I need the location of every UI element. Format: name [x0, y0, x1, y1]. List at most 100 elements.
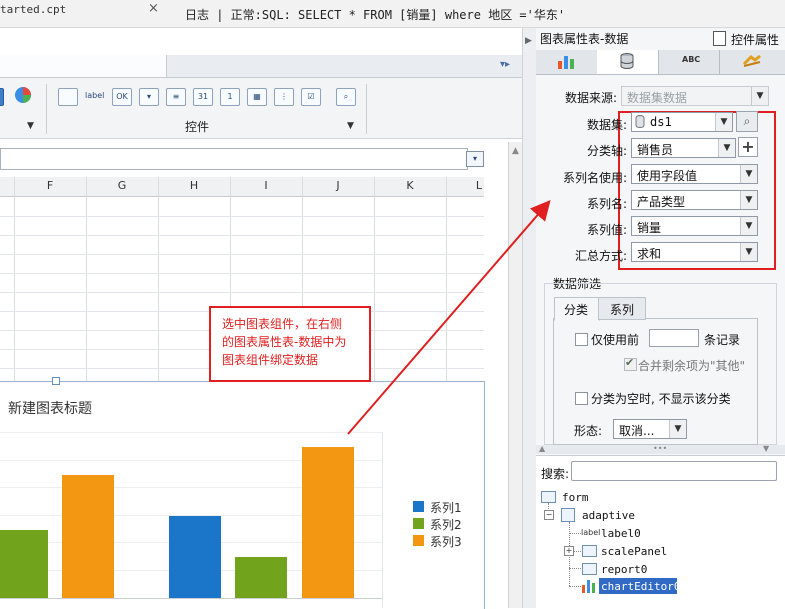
chart-title: 新建图表标题 [8, 401, 92, 417]
hide-empty-checkbox[interactable] [575, 392, 588, 405]
search-icon[interactable]: ⌕ [736, 111, 758, 132]
column-header[interactable]: I [230, 179, 302, 192]
tree-node-adaptive[interactable]: adaptive [582, 509, 635, 522]
resize-handle[interactable] [52, 377, 60, 385]
legend-label: 系列3 [430, 535, 462, 549]
grid-line [158, 177, 159, 381]
status-text: 日志 | 正常:SQL: SELECT * FROM [销量] where 地区… [185, 8, 566, 22]
summary-select[interactable]: 求和 ▼ [631, 242, 758, 262]
chevron-down-icon: ▼ [669, 420, 686, 438]
tree-node-scalepanel[interactable]: scalePanel [601, 545, 667, 558]
preview-icon[interactable]: ⌕ [336, 88, 356, 106]
only-use-first-checkbox[interactable] [575, 333, 588, 346]
tab-list-icon[interactable]: ▾▸ [500, 59, 514, 71]
column-header[interactable]: F [14, 179, 86, 192]
data-icon [620, 53, 634, 72]
grid-line [374, 177, 375, 381]
grid-line [0, 216, 484, 217]
chart-widget-icon[interactable] [0, 88, 4, 106]
summary-value: 求和 [637, 247, 662, 261]
tree-node-charteditor0[interactable]: chartEditor0 [601, 580, 680, 593]
merge-rest-checkbox[interactable] [624, 356, 637, 371]
dataset-select[interactable]: ds1 ▼ [631, 112, 733, 132]
formula-input[interactable] [0, 148, 468, 170]
legend-label: 系列1 [430, 501, 462, 515]
records-label: 条记录 [704, 333, 741, 347]
column-header[interactable]: J [302, 179, 374, 192]
series-name-value: 产品类型 [637, 195, 686, 209]
data-source-value: 数据集数据 [627, 91, 688, 105]
column-header[interactable]: K [374, 179, 446, 192]
number-icon[interactable]: 1 [220, 88, 240, 106]
column-header[interactable]: H [158, 179, 230, 192]
collapse-node-icon[interactable]: − [544, 510, 554, 520]
scroll-up-icon[interactable]: ▲ [512, 146, 519, 156]
checkbox-icon[interactable]: ☑ [301, 88, 321, 106]
form-icon [541, 491, 556, 503]
grid-icon[interactable]: ▦ [247, 88, 267, 106]
calendar-icon[interactable]: 31 [193, 88, 213, 106]
label-icon: label [581, 528, 601, 537]
report-icon [582, 563, 597, 575]
document-icon [713, 31, 726, 46]
collapse-panel-icon[interactable]: ▶ [525, 36, 532, 46]
bar-series3-cat-b [302, 447, 354, 598]
data-source-label: 数据来源: [565, 91, 618, 105]
close-tab-icon[interactable]: × [148, 1, 159, 16]
chevron-down-icon[interactable]: ▼ [27, 121, 34, 131]
chevron-down-icon[interactable]: ▼ [347, 121, 354, 131]
text-box-icon[interactable] [58, 88, 78, 106]
callout-text: 选中图表组件，在右侧 [222, 317, 343, 331]
grid-line [446, 177, 447, 381]
radio-list-icon[interactable]: ⋮ [274, 88, 294, 106]
series-value-select[interactable]: 销量 ▼ [631, 216, 758, 236]
splitter-grip-icon[interactable]: ••• [653, 444, 667, 453]
combo-icon[interactable]: ▾ [139, 88, 159, 106]
file-tab[interactable] [0, 55, 167, 77]
only-use-first-label: 仅使用前 [591, 333, 640, 347]
category-axis-select[interactable]: 销售员 ▼ [631, 138, 736, 158]
collapse-down-icon[interactable]: ▼ [763, 444, 769, 453]
grid-line [0, 254, 484, 255]
column-header[interactable]: L [446, 179, 482, 192]
series-value-value: 销量 [637, 221, 662, 235]
tree-node-report0[interactable]: report0 [601, 563, 647, 576]
chevron-down-icon: ▼ [740, 191, 757, 209]
grid-line [0, 292, 484, 293]
expand-node-icon[interactable]: + [564, 546, 574, 556]
record-count-input[interactable] [649, 329, 699, 347]
grid-line [14, 177, 15, 381]
series-name-use-select[interactable]: 使用字段值 ▼ [631, 164, 758, 184]
tree-line [569, 586, 581, 587]
tab-category-label: 分类 [564, 303, 589, 317]
bar-series3-cat-a [62, 475, 114, 598]
formula-dropdown-button[interactable]: ▾ [466, 151, 484, 167]
category-axis-label: 分类轴: [587, 144, 628, 158]
button-icon[interactable]: OK [112, 88, 132, 106]
chart-type-icon [557, 53, 575, 72]
series-name-select[interactable]: 产品类型 ▼ [631, 190, 758, 210]
label-icon[interactable]: label [85, 88, 104, 104]
series-name-label: 系列名: [587, 197, 628, 211]
callout-text: 图表组件绑定数据 [222, 353, 319, 367]
tree-node-form[interactable]: form [562, 491, 589, 504]
collapse-up-icon[interactable]: ▲ [539, 444, 545, 453]
chart-editor-icon [581, 578, 597, 596]
shape-select[interactable]: 取消... ▼ [613, 419, 687, 439]
shape-label: 形态: [574, 424, 603, 438]
search-label: 搜索: [541, 467, 570, 481]
chevron-down-icon: ▼ [740, 217, 757, 235]
series-name-use-label: 系列名使用: [563, 171, 628, 185]
column-header[interactable]: G [86, 179, 158, 192]
add-icon[interactable]: + [738, 137, 758, 157]
list-box-icon[interactable]: ≡ [166, 88, 186, 106]
search-input[interactable] [571, 461, 777, 481]
control-properties-button[interactable]: 控件属性 [731, 31, 779, 48]
pie-chart-icon[interactable] [14, 86, 32, 107]
tree-line [569, 533, 581, 534]
tab-series-label: 系列 [610, 303, 635, 317]
data-source-select[interactable]: 数据集数据 ▼ [621, 86, 769, 106]
tree-node-label0[interactable]: label0 [601, 527, 641, 540]
legend-swatch [413, 501, 424, 512]
grid-line [86, 177, 87, 381]
